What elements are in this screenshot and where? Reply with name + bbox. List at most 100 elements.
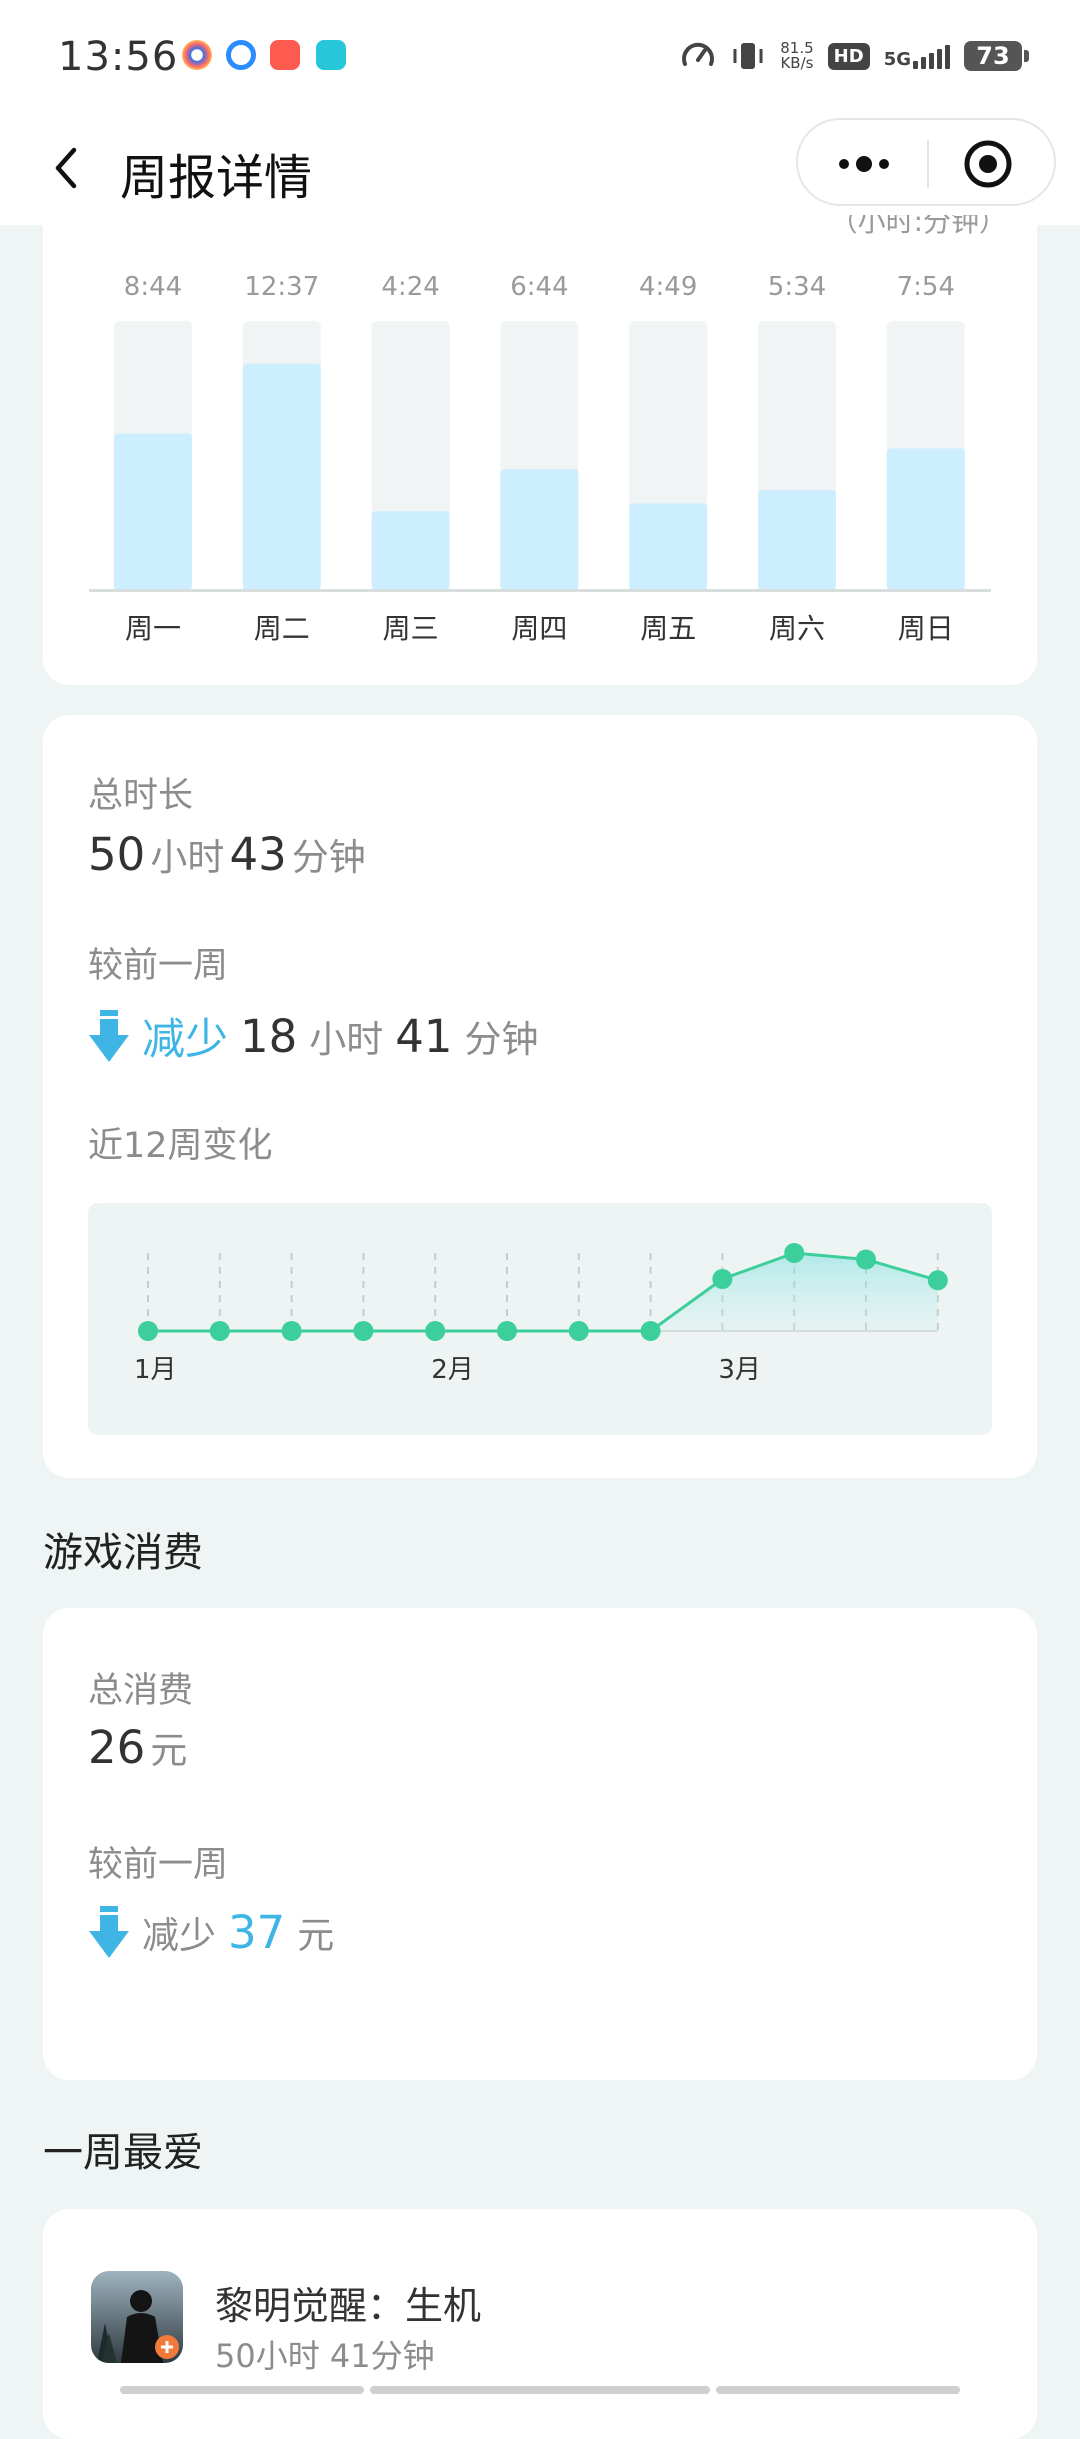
total-time-value: 50 小时 43 分钟 bbox=[88, 827, 366, 881]
nav-bar: 周报详情 bbox=[0, 110, 1080, 225]
compare-minutes-unit: 分钟 bbox=[464, 1018, 539, 1061]
decrease-arrow-icon bbox=[89, 1010, 129, 1062]
trend-point-7 bbox=[568, 1321, 589, 1341]
spend-section-title: 游戏消费 bbox=[43, 1530, 203, 1576]
app-notification-icon-2 bbox=[226, 40, 256, 70]
battery-level: 73 bbox=[976, 42, 1010, 70]
trend-point-8 bbox=[640, 1321, 661, 1341]
spend-card: 总消费 26 元 较前一周 减少 37 元 bbox=[43, 1608, 1037, 2080]
horizontal-scroll-indicator bbox=[76, 2386, 962, 2394]
compare-value: 减少 18 小时 41 分钟 bbox=[88, 1005, 539, 1067]
minutes-unit: 分钟 bbox=[291, 836, 366, 879]
twelve-week-trend-chart: 1月 2月 3月 bbox=[134, 1243, 948, 1385]
bar-value-label: 4:49 bbox=[639, 272, 697, 302]
trend-point-1 bbox=[138, 1321, 158, 1341]
total-spend-amount: 26 bbox=[88, 1721, 146, 1774]
app-notification-icon-3 bbox=[270, 40, 300, 70]
bar-category-label: 周三 bbox=[383, 612, 439, 645]
net-speed-unit: KB/s bbox=[780, 54, 814, 72]
favorite-game-time: 50小时 41分钟 bbox=[215, 2337, 435, 2375]
hours-unit: 小时 bbox=[150, 836, 225, 879]
bar-3 bbox=[371, 511, 450, 590]
trend-point-11 bbox=[856, 1249, 876, 1270]
signal-icon: 5G bbox=[884, 43, 950, 69]
close-target-icon[interactable] bbox=[962, 138, 1014, 190]
compare-hours-unit: 小时 bbox=[309, 1018, 384, 1061]
trend-area bbox=[148, 1253, 938, 1331]
spend-compare-amount: 37 bbox=[228, 1905, 286, 1959]
trend-point-10 bbox=[784, 1243, 805, 1263]
network-type: 5G bbox=[883, 49, 911, 70]
trend-point-9 bbox=[712, 1269, 733, 1289]
trend-point-12 bbox=[927, 1270, 948, 1291]
app-notification-icon-1 bbox=[182, 40, 212, 70]
trend-month-label: 3月 bbox=[718, 1355, 761, 1385]
favorite-card[interactable]: 黎明觉醒：生机 50小时 41分钟 bbox=[43, 2209, 1037, 2439]
spend-compare-direction: 减少 bbox=[142, 1914, 216, 1957]
status-time: 13:56 bbox=[58, 34, 179, 80]
trend-point-2 bbox=[209, 1321, 230, 1341]
page-title: 周报详情 bbox=[120, 150, 313, 206]
daily-playtime-card: （小时:分钟） 8:44 周一 12:37 周二 4:24 周三 6:44 周四 4:49 周五 5… bbox=[43, 215, 1037, 685]
favorite-section-title: 一周最爱 bbox=[43, 2130, 203, 2176]
vibrate-icon bbox=[733, 43, 763, 69]
bar-category-label: 周五 bbox=[640, 612, 696, 645]
bar-value-label: 5:34 bbox=[768, 272, 826, 302]
bar-category-label: 周四 bbox=[511, 612, 567, 645]
bar-4 bbox=[500, 469, 579, 590]
favorite-game-name: 黎明觉醒：生机 bbox=[215, 2284, 482, 2328]
back-arrow-icon[interactable] bbox=[40, 132, 100, 202]
bar-2 bbox=[242, 363, 321, 590]
spend-compare-value: 减少 37 元 bbox=[88, 1904, 334, 1960]
daily-playtime-bar-chart: 8:44 周一 12:37 周二 4:24 周三 6:44 周四 4:49 周五 5:34 周六 7:5… bbox=[89, 272, 991, 645]
battery-icon: 73 bbox=[964, 41, 1029, 71]
trend-month-label: 2月 bbox=[431, 1355, 474, 1385]
trend-point-3 bbox=[281, 1321, 302, 1341]
compare-minutes: 41 bbox=[395, 1009, 453, 1063]
trend-point-5 bbox=[425, 1321, 446, 1341]
total-spend-unit: 元 bbox=[150, 1729, 188, 1772]
bar-category-label: 周日 bbox=[898, 612, 954, 645]
more-dots-icon[interactable] bbox=[828, 140, 900, 188]
total-spend-label: 总消费 bbox=[88, 1671, 194, 1711]
bar-category-label: 周一 bbox=[125, 612, 181, 645]
bar-value-label: 12:37 bbox=[244, 272, 319, 302]
app-notification-icon-4 bbox=[316, 40, 346, 70]
total-spend-value: 26 元 bbox=[88, 1720, 187, 1774]
total-time-card: 总时长 50 小时 43 分钟 较前一周 减少 18 小时 41 分钟 近12周… bbox=[43, 715, 1037, 1478]
bar-5 bbox=[629, 503, 708, 590]
bar-value-label: 6:44 bbox=[510, 272, 568, 302]
trend-month-label: 1月 bbox=[134, 1355, 177, 1385]
speed-meter-icon bbox=[682, 42, 715, 66]
bar-1 bbox=[114, 433, 192, 590]
scroll-indicator-segment bbox=[716, 2386, 960, 2394]
decrease-arrow-icon bbox=[89, 1906, 129, 1958]
bar-value-label: 8:44 bbox=[124, 272, 182, 302]
bar-7 bbox=[886, 448, 965, 590]
spend-compare-unit: 元 bbox=[297, 1914, 335, 1957]
bar-category-label: 周二 bbox=[254, 612, 310, 645]
trend-point-6 bbox=[497, 1321, 517, 1341]
total-minutes: 43 bbox=[229, 828, 287, 881]
compare-direction: 减少 bbox=[142, 1015, 228, 1065]
compare-hours: 18 bbox=[240, 1009, 298, 1063]
status-icons: 81.5 KB/s HD 5G 73 bbox=[680, 34, 1029, 78]
status-bar: 13:56 81.5 KB/s HD 5G 73 bbox=[0, 0, 1080, 110]
capsule-divider bbox=[927, 140, 929, 188]
bar-category-label: 周六 bbox=[769, 612, 825, 645]
bar-value-label: 7:54 bbox=[897, 272, 955, 302]
scroll-indicator-segment bbox=[370, 2386, 710, 2394]
net-speed: 81.5 KB/s bbox=[780, 41, 813, 71]
game-cover-icon bbox=[91, 2271, 183, 2363]
scroll-indicator-segment bbox=[120, 2386, 364, 2394]
compare-label: 较前一周 bbox=[88, 946, 229, 986]
trend-chart-box: 1月 2月 3月 bbox=[88, 1203, 992, 1435]
hd-badge: HD bbox=[827, 42, 870, 70]
trend-point-4 bbox=[353, 1321, 374, 1341]
total-hours: 50 bbox=[88, 828, 146, 881]
spend-compare-label: 较前一周 bbox=[88, 1845, 229, 1885]
bar-value-label: 4:24 bbox=[381, 272, 439, 302]
bar-6 bbox=[758, 490, 836, 590]
total-time-label: 总时长 bbox=[88, 776, 194, 816]
mini-program-capsule bbox=[796, 118, 1056, 206]
